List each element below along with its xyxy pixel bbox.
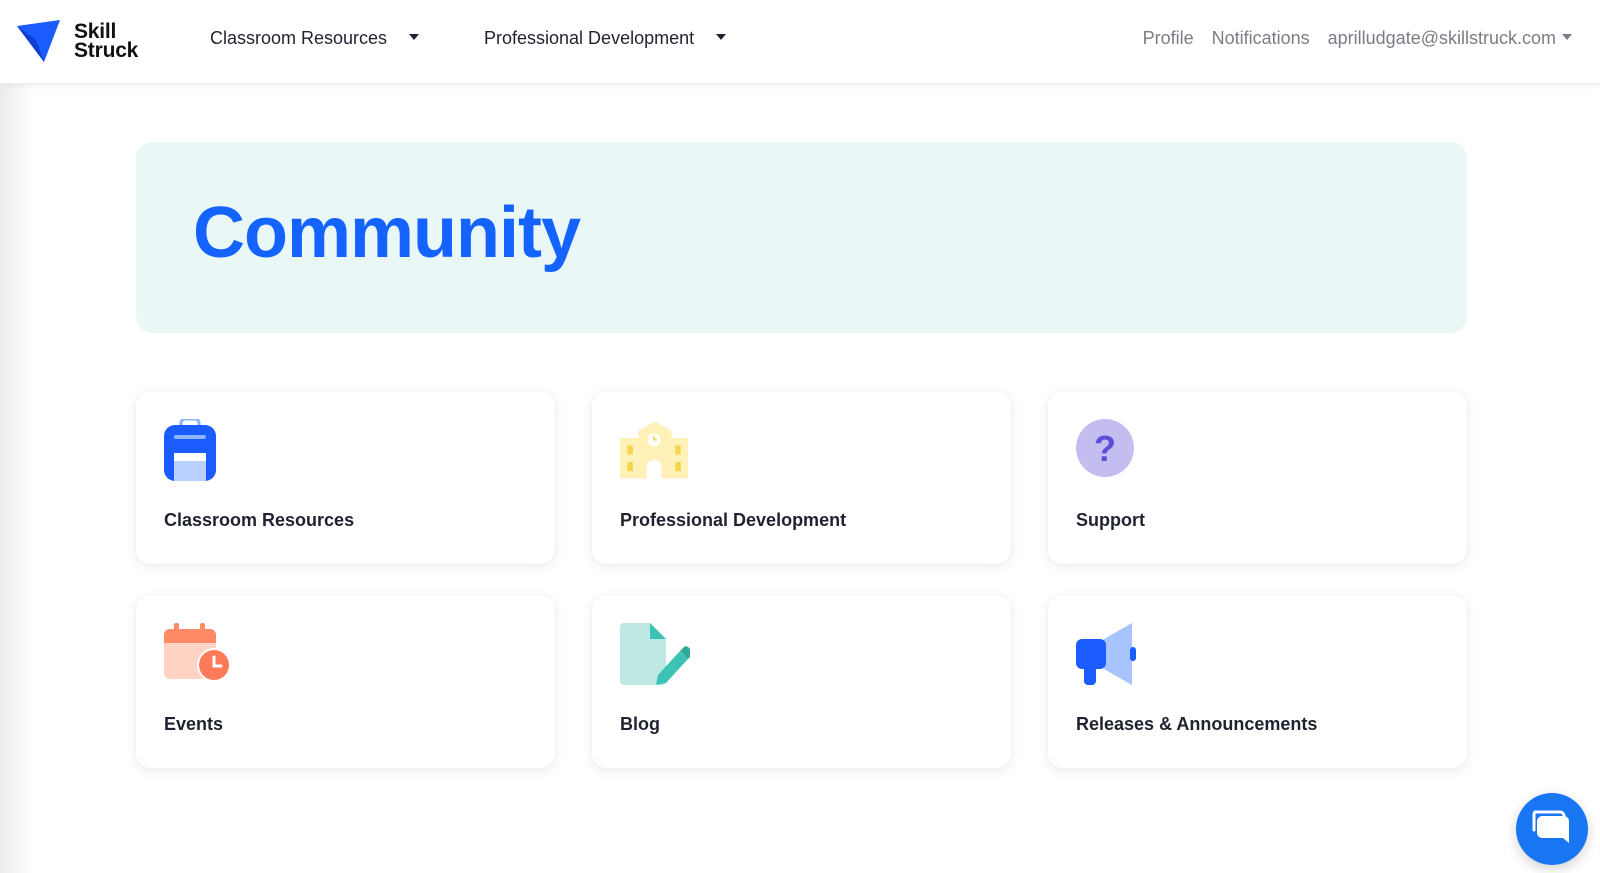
caret-down-icon <box>1562 33 1572 40</box>
logo-text: Skill Struck <box>74 21 139 62</box>
card-label: Events <box>164 714 224 734</box>
profile-link[interactable]: Profile <box>1143 28 1194 49</box>
megaphone-icon <box>1076 623 1136 685</box>
backpack-icon <box>164 419 216 481</box>
nav-professional-development-label: Professional Development <box>484 28 695 48</box>
chat-bubble-icon <box>1532 810 1569 843</box>
account-dropdown[interactable]: aprilludgate@skillstruck.com <box>1328 28 1572 49</box>
card-label: Blog <box>620 714 660 734</box>
card-label: Releases & Announcements <box>1076 714 1318 734</box>
calendar-clock-icon <box>164 623 231 682</box>
chat-launcher-button[interactable] <box>1516 793 1588 865</box>
card-blog[interactable]: Blog <box>592 595 1011 768</box>
account-email: aprilludgate@skillstruck.com <box>1327 28 1556 48</box>
document-pencil-icon <box>620 623 690 685</box>
nav-classroom-resources-dropdown[interactable]: Classroom Resources <box>210 28 420 49</box>
nav-classroom-resources-label: Classroom Resources <box>210 28 388 48</box>
logo-text-line2: Struck <box>74 39 139 62</box>
account-nav: Profile Notifications aprilludgate@skill… <box>1143 28 1572 49</box>
card-label: Classroom Resources <box>164 510 355 530</box>
top-navbar: Skill Struck Classroom Resources Profess… <box>0 0 1600 84</box>
card-events[interactable]: Events <box>136 595 555 768</box>
question-mark-icon: ? <box>1076 419 1134 477</box>
community-hero-banner: Community <box>136 142 1467 333</box>
school-building-icon <box>620 421 689 479</box>
card-label: Professional Development <box>620 510 847 530</box>
caret-down-icon <box>716 33 727 40</box>
skill-struck-logo[interactable]: Skill Struck <box>16 18 138 64</box>
notifications-link[interactable]: Notifications <box>1212 28 1310 49</box>
card-classroom-resources[interactable]: Classroom Resources <box>136 391 555 564</box>
card-professional-development[interactable]: Professional Development <box>592 391 1011 564</box>
nav-professional-development-dropdown[interactable]: Professional Development <box>484 28 727 49</box>
card-releases-announcements[interactable]: Releases & Announcements <box>1048 595 1467 768</box>
card-support[interactable]: ? Support <box>1048 391 1467 564</box>
page-title: Community <box>193 193 581 273</box>
page-edge-shadow <box>0 84 36 873</box>
caret-down-icon <box>409 33 420 40</box>
svg-text:?: ? <box>1094 428 1116 469</box>
logo-icon <box>17 20 60 62</box>
card-label: Support <box>1076 510 1145 530</box>
